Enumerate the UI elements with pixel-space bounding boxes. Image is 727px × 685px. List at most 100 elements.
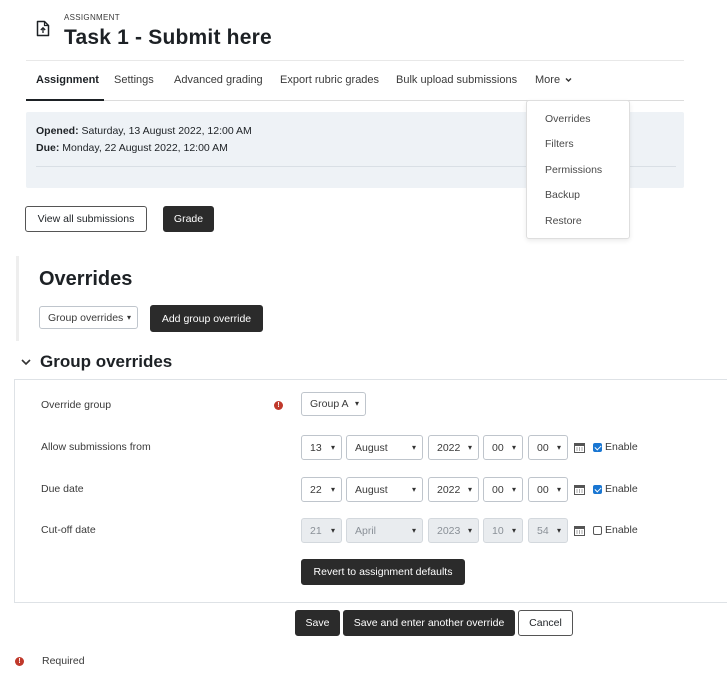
page-title: Task 1 - Submit here [64, 26, 272, 49]
month-value: August [355, 441, 388, 454]
select-caret-icon: ▾ [556, 442, 561, 452]
tab-bulk-upload-submissions[interactable]: Bulk upload submissions [396, 74, 517, 86]
override-type-value: Group overrides [48, 311, 124, 324]
calendar-icon[interactable] [574, 442, 585, 453]
enable-label: Enable [605, 441, 638, 453]
allow-from-month-select[interactable]: August ▾ [346, 435, 423, 460]
override-group-value: Group A [310, 398, 349, 410]
menu-item-backup[interactable]: Backup [545, 189, 580, 201]
calendar-icon[interactable] [574, 484, 585, 495]
page-kicker: ASSIGNMENT [64, 13, 120, 22]
select-caret-icon: ▾ [411, 484, 416, 494]
hour-value: 10 [492, 524, 504, 537]
tab-settings[interactable]: Settings [114, 74, 154, 86]
enable-label: Enable [605, 524, 638, 536]
hour-value: 00 [492, 483, 504, 496]
save-button[interactable]: Save [295, 610, 340, 636]
assignment-doc-icon [36, 20, 50, 37]
due-date-day-select[interactable]: 22 ▾ [301, 477, 342, 502]
cut-off-month-select[interactable]: April ▾ [346, 518, 423, 543]
cut-off-year-select[interactable]: 2023 ▾ [428, 518, 479, 543]
hour-value: 00 [492, 441, 504, 454]
opened-value: Saturday, 13 August 2022, 12:00 AM [81, 125, 252, 137]
required-icon: ! [15, 657, 24, 666]
due-date-hour-select[interactable]: 00 ▾ [483, 477, 523, 502]
day-value: 13 [310, 441, 322, 454]
calendar-icon[interactable] [574, 525, 585, 536]
allow-from-minute-select[interactable]: 00 ▾ [528, 435, 568, 460]
year-value: 2022 [437, 483, 461, 496]
select-caret-icon: ▾ [411, 442, 416, 452]
opened-date: Opened: Saturday, 13 August 2022, 12:00 … [36, 125, 252, 137]
due-date-year-select[interactable]: 2022 ▾ [428, 477, 479, 502]
day-value: 21 [310, 524, 322, 537]
month-value: April [355, 524, 377, 537]
tab-advanced-grading[interactable]: Advanced grading [174, 74, 263, 86]
allow-submissions-from-label: Allow submissions from [41, 441, 151, 453]
tab-export-rubric-grades[interactable]: Export rubric grades [280, 74, 379, 86]
cancel-button[interactable]: Cancel [518, 610, 573, 636]
month-value: August [355, 483, 388, 496]
group-overrides-heading: Group overrides [40, 352, 173, 371]
select-caret-icon: ▾ [330, 484, 335, 494]
allow-from-hour-select[interactable]: 00 ▾ [483, 435, 523, 460]
override-type-select[interactable]: Group overrides ▾ [39, 306, 138, 329]
due-date-enable-checkbox[interactable] [593, 485, 602, 494]
due-date-minute-select[interactable]: 00 ▾ [528, 477, 568, 502]
cut-off-minute-select[interactable]: 54 ▾ [528, 518, 568, 543]
required-icon: ! [274, 401, 283, 410]
more-dropdown-menu: Overrides Filters Permissions Backup Res… [526, 100, 630, 239]
year-value: 2023 [437, 524, 461, 537]
menu-item-restore[interactable]: Restore [545, 215, 582, 227]
override-group-select[interactable]: Group A ▾ [301, 392, 366, 416]
menu-item-filters[interactable]: Filters [545, 138, 574, 150]
due-value: Monday, 22 August 2022, 12:00 AM [62, 142, 228, 154]
allow-from-year-select[interactable]: 2022 ▾ [428, 435, 479, 460]
overrides-heading: Overrides [39, 268, 133, 290]
enable-label: Enable [605, 483, 638, 495]
add-group-override-button[interactable]: Add group override [150, 305, 263, 332]
allow-from-enable-checkbox[interactable] [593, 443, 602, 452]
opened-label: Opened: [36, 125, 79, 137]
select-caret-icon: ▾ [330, 442, 335, 452]
override-group-label: Override group [41, 399, 112, 411]
select-caret-icon: ▾ [511, 442, 516, 452]
secondary-nav: Assignment Settings Advanced grading Exp… [26, 61, 684, 101]
cut-off-date-label: Cut-off date [41, 524, 96, 536]
select-caret-icon: ▾ [411, 525, 416, 535]
minute-value: 00 [537, 441, 549, 454]
select-caret-icon: ▾ [556, 525, 561, 535]
due-date-month-select[interactable]: August ▾ [346, 477, 423, 502]
required-legend: Required [42, 655, 85, 667]
tab-more[interactable]: More [535, 74, 572, 86]
select-caret-icon: ▾ [330, 525, 335, 535]
collapse-chevron-icon[interactable] [20, 357, 32, 367]
due-date-label: Due date [41, 483, 84, 495]
select-caret-icon: ▾ [467, 442, 472, 452]
select-caret-icon: ▾ [126, 312, 131, 322]
due-label: Due: [36, 142, 60, 154]
grade-button[interactable]: Grade [163, 206, 214, 232]
select-caret-icon: ▾ [511, 525, 516, 535]
tab-assignment[interactable]: Assignment [36, 74, 99, 86]
select-caret-icon: ▾ [467, 484, 472, 494]
view-all-submissions-button[interactable]: View all submissions [25, 206, 147, 232]
menu-item-permissions[interactable]: Permissions [545, 164, 602, 176]
menu-item-overrides[interactable]: Overrides [545, 113, 591, 125]
overrides-region-bar [16, 256, 19, 341]
save-and-add-another-button[interactable]: Save and enter another override [343, 610, 515, 636]
due-date: Due: Monday, 22 August 2022, 12:00 AM [36, 142, 228, 154]
select-caret-icon: ▾ [511, 484, 516, 494]
cut-off-day-select[interactable]: 21 ▾ [301, 518, 342, 543]
select-caret-icon: ▾ [467, 525, 472, 535]
year-value: 2022 [437, 441, 461, 454]
chevron-down-icon [565, 78, 572, 83]
minute-value: 54 [537, 524, 549, 537]
select-caret-icon: ▾ [556, 484, 561, 494]
select-caret-icon: ▾ [354, 399, 359, 408]
allow-from-day-select[interactable]: 13 ▾ [301, 435, 342, 460]
cut-off-enable-checkbox[interactable] [593, 526, 602, 535]
revert-to-defaults-button[interactable]: Revert to assignment defaults [301, 559, 465, 585]
day-value: 22 [310, 483, 322, 496]
cut-off-hour-select[interactable]: 10 ▾ [483, 518, 523, 543]
